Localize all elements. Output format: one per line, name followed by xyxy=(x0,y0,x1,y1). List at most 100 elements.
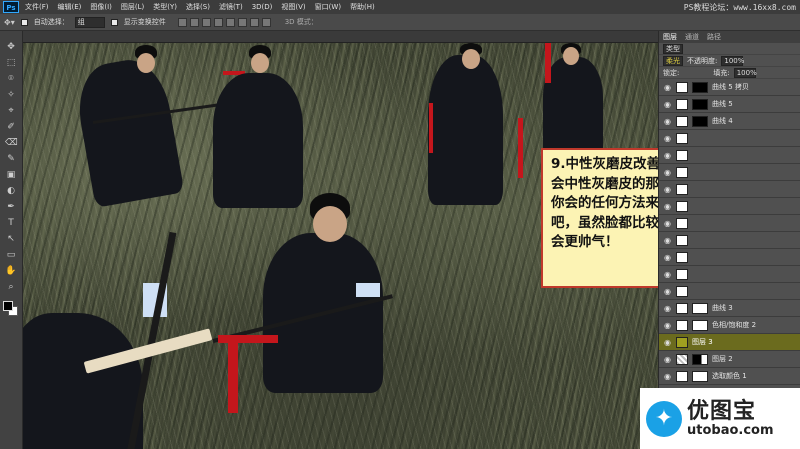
zoom-tool-icon[interactable]: ⌕ xyxy=(5,281,17,293)
visibility-eye-icon[interactable]: ◉ xyxy=(663,321,672,330)
forum-watermark: PS教程论坛：www.16xx8.com xyxy=(683,3,796,12)
align-right-icon[interactable] xyxy=(237,17,247,27)
menu-layer[interactable]: 图层(L) xyxy=(121,2,144,12)
visibility-eye-icon[interactable]: ◉ xyxy=(663,185,672,194)
type-tool-icon[interactable]: T xyxy=(5,217,17,229)
layer-row[interactable]: ◉ xyxy=(659,181,800,198)
options-bar: ✥▾ 自动选择： 组 显示变换控件 3D 模式： xyxy=(0,14,800,31)
layer-mask[interactable] xyxy=(692,115,708,127)
layer-row[interactable]: ◉ xyxy=(659,215,800,232)
layer-row[interactable]: ◉ 色相/饱和度 2 xyxy=(659,317,800,334)
align-center-icon[interactable] xyxy=(225,17,235,27)
layer-row[interactable]: ◉ 曲线 4 xyxy=(659,113,800,130)
visibility-eye-icon[interactable]: ◉ xyxy=(663,168,672,177)
lasso-tool-icon[interactable]: ⌾ xyxy=(5,73,17,85)
visibility-eye-icon[interactable]: ◉ xyxy=(663,151,672,160)
visibility-eye-icon[interactable]: ◉ xyxy=(663,355,672,364)
layer-row[interactable]: ◉ 曲线 3 xyxy=(659,300,800,317)
distribute-icon[interactable] xyxy=(249,17,259,27)
visibility-eye-icon[interactable]: ◉ xyxy=(663,236,672,245)
layer-thumbnail xyxy=(676,115,688,127)
layer-row[interactable]: ◉ xyxy=(659,266,800,283)
marquee-tool-icon[interactable]: ⬚ xyxy=(5,57,17,69)
align-left-icon[interactable] xyxy=(213,17,223,27)
layer-mask[interactable] xyxy=(692,98,708,110)
visibility-eye-icon[interactable]: ◉ xyxy=(663,253,672,262)
filter-row: 类型 xyxy=(659,43,800,55)
menu-edit[interactable]: 编辑(E) xyxy=(58,2,82,12)
layer-row[interactable]: ◉ xyxy=(659,198,800,215)
menu-file[interactable]: 文件(F) xyxy=(25,2,49,12)
visibility-eye-icon[interactable]: ◉ xyxy=(663,100,672,109)
layer-row[interactable]: ◉ xyxy=(659,130,800,147)
menu-image[interactable]: 图像(I) xyxy=(90,2,112,12)
visibility-eye-icon[interactable]: ◉ xyxy=(663,219,672,228)
layer-mask[interactable] xyxy=(692,81,708,93)
visibility-eye-icon[interactable]: ◉ xyxy=(663,83,672,92)
layer-row[interactable]: ◉ 选取颜色 1 xyxy=(659,368,800,385)
menu-view[interactable]: 视图(V) xyxy=(281,2,305,12)
layer-row[interactable]: ◉ xyxy=(659,147,800,164)
foreground-color-swatch[interactable] xyxy=(3,301,13,311)
align-middle-icon[interactable] xyxy=(189,17,199,27)
layer-row[interactable]: ◉ 图层 3 xyxy=(659,334,800,351)
layer-row[interactable]: ◉ xyxy=(659,249,800,266)
tab-layers[interactable]: 图层 xyxy=(663,32,677,42)
show-transform-checkbox[interactable] xyxy=(110,18,118,26)
menu-type[interactable]: 类型(Y) xyxy=(153,2,177,12)
layer-mask[interactable] xyxy=(692,370,708,382)
auto-select-dropdown[interactable]: 组 xyxy=(74,16,105,28)
blend-mode-dropdown[interactable]: 柔光 xyxy=(663,55,683,66)
visibility-eye-icon[interactable]: ◉ xyxy=(663,338,672,347)
move-tool-icon[interactable]: ✥ xyxy=(5,41,17,53)
layer-mask[interactable] xyxy=(692,319,708,331)
kind-filter-dropdown[interactable]: 类型 xyxy=(663,43,683,54)
move-tool-icon[interactable]: ✥▾ xyxy=(4,18,15,27)
healing-tool-icon[interactable]: ⌫ xyxy=(5,137,18,149)
color-swatches[interactable] xyxy=(3,301,19,317)
visibility-eye-icon[interactable]: ◉ xyxy=(663,372,672,381)
layer-list: ◉ 曲线 5 拷贝 ◉ 曲线 5 ◉ 曲线 4 ◉ ◉ ◉ ◉ ◉ ◉ ◉ ◉ ◉ ◉ ◉ 曲线 3 ◉ 色相/饱和度… xyxy=(659,79,800,402)
menu-help[interactable]: 帮助(H) xyxy=(350,2,375,12)
tab-channels[interactable]: 通道 xyxy=(685,32,699,42)
layer-row[interactable]: ◉ 图层 2 xyxy=(659,351,800,368)
shape-tool-icon[interactable]: ▭ xyxy=(5,249,17,261)
layer-thumbnail xyxy=(676,285,688,297)
dodge-tool-icon[interactable]: ◐ xyxy=(5,185,17,197)
distribute-h-icon[interactable] xyxy=(261,17,271,27)
visibility-eye-icon[interactable]: ◉ xyxy=(663,117,672,126)
brush-tool-icon[interactable]: ✎ xyxy=(5,153,17,165)
quick-select-tool-icon[interactable]: ✧ xyxy=(5,89,17,101)
align-top-icon[interactable] xyxy=(177,17,187,27)
pen-tool-icon[interactable]: ✒ xyxy=(5,201,17,213)
brand-name-cn: 优图宝 xyxy=(687,398,757,424)
eyedropper-tool-icon[interactable]: ✐ xyxy=(5,121,17,133)
layer-row[interactable]: ◉ 曲线 5 拷贝 xyxy=(659,79,800,96)
layer-row[interactable]: ◉ 曲线 5 xyxy=(659,96,800,113)
menu-window[interactable]: 窗口(W) xyxy=(315,2,341,12)
layer-mask[interactable] xyxy=(692,302,708,314)
menu-3d[interactable]: 3D(D) xyxy=(252,3,273,11)
brand-name-en: utobao.com xyxy=(687,422,774,438)
opacity-field[interactable]: 100% xyxy=(721,55,744,66)
menu-filter[interactable]: 滤镜(T) xyxy=(219,2,243,12)
align-bottom-icon[interactable] xyxy=(201,17,211,27)
visibility-eye-icon[interactable]: ◉ xyxy=(663,134,672,143)
layer-row[interactable]: ◉ xyxy=(659,164,800,181)
layer-row[interactable]: ◉ xyxy=(659,283,800,300)
tab-paths[interactable]: 路径 xyxy=(707,32,721,42)
fill-field[interactable]: 100% xyxy=(733,67,757,78)
visibility-eye-icon[interactable]: ◉ xyxy=(663,304,672,313)
auto-select-checkbox[interactable] xyxy=(20,18,28,26)
layer-row[interactable]: ◉ xyxy=(659,232,800,249)
visibility-eye-icon[interactable]: ◉ xyxy=(663,270,672,279)
stamp-tool-icon[interactable]: ▣ xyxy=(5,169,17,181)
layer-mask[interactable] xyxy=(692,353,708,365)
brand-logo: ✦ 优图宝 utobao.com xyxy=(640,388,800,449)
crop-tool-icon[interactable]: ⌖ xyxy=(5,105,17,117)
menu-select[interactable]: 选择(S) xyxy=(186,2,210,12)
hand-tool-icon[interactable]: ✋ xyxy=(5,265,17,277)
visibility-eye-icon[interactable]: ◉ xyxy=(663,202,672,211)
path-select-tool-icon[interactable]: ↖ xyxy=(5,233,17,245)
visibility-eye-icon[interactable]: ◉ xyxy=(663,287,672,296)
